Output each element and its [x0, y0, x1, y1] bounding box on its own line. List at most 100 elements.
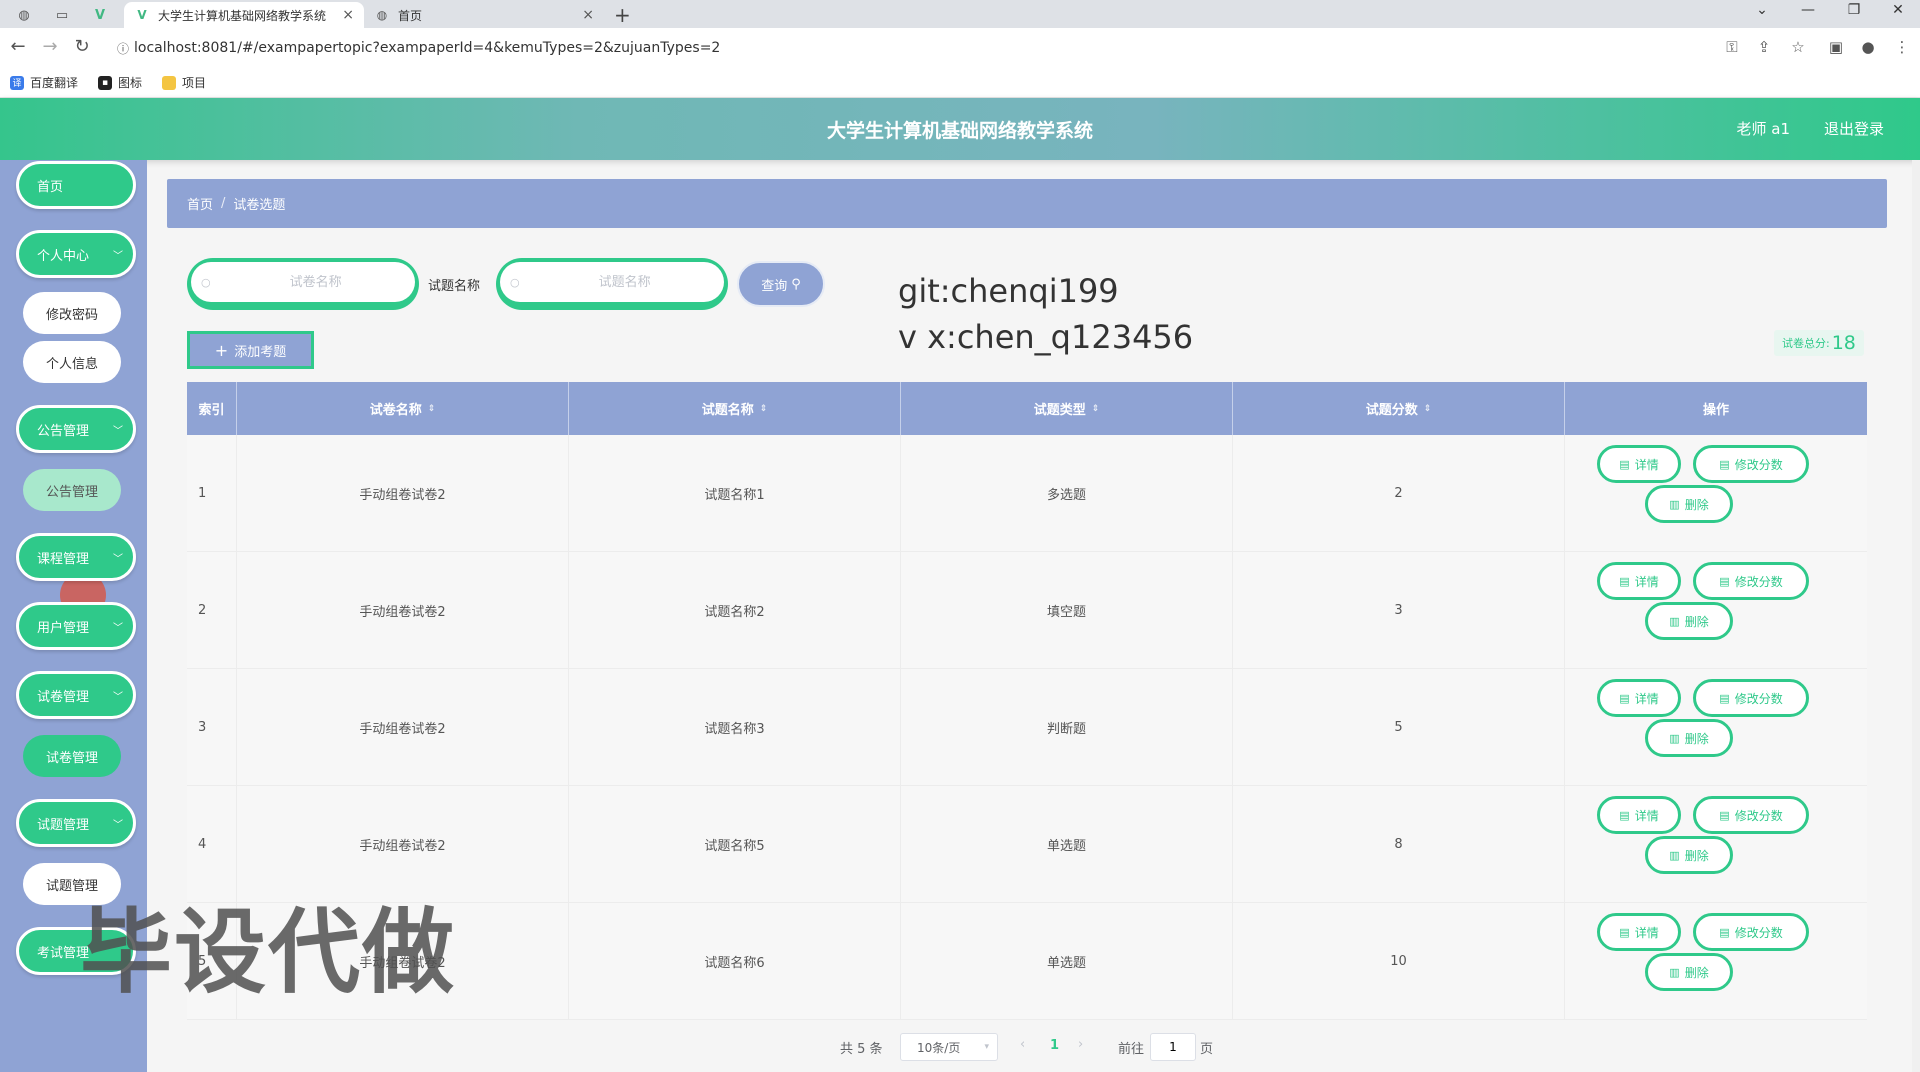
delete-button[interactable]: ▥ 删除 [1645, 953, 1733, 991]
delete-button[interactable]: ▥ 删除 [1645, 602, 1733, 640]
column-paper-name[interactable]: 试卷名称 ⇕ [237, 382, 569, 435]
detail-button[interactable]: ▤ 详情 [1597, 445, 1681, 483]
vue-tab-icon[interactable]: V [86, 4, 114, 26]
address-bar: ← → ↻ ⓘ localhost:8081/#/exampapertopic?… [0, 28, 1920, 68]
sidebar-item-course[interactable]: 课程管理 ﹀ [16, 533, 136, 581]
bookmark-icons[interactable]: ▪ 图标 [98, 74, 142, 91]
watermark-overlay: 毕设代做 [80, 899, 457, 1006]
cell-paper-name: 手动组卷试卷2 [237, 435, 569, 552]
detail-button[interactable]: ▤ 详情 [1597, 679, 1681, 717]
add-question-button[interactable]: + 添加考题 [187, 331, 314, 369]
chevron-down-icon: ▾ [984, 1042, 989, 1052]
restore-icon[interactable]: ❐ [1834, 2, 1874, 18]
sidebar-item-exam-paper[interactable]: 试卷管理 ﹀ [16, 671, 136, 719]
prev-page-icon[interactable]: ‹ [1020, 1037, 1025, 1052]
sidebar-subitem-change-password[interactable]: 修改密码 [23, 292, 121, 334]
tab-search-icon[interactable]: ⌄ [1742, 2, 1782, 18]
paper-name-input[interactable] [230, 274, 401, 290]
detail-button[interactable]: ▤ 详情 [1597, 913, 1681, 951]
doc-icon: ▤ [1619, 925, 1630, 939]
row-actions: ▤ 详情 ▤ 修改分数 ▥ 删除 [1567, 903, 1867, 1020]
bookmark-project[interactable]: 项目 [162, 74, 206, 91]
cell-question-name: 试题名称1 [569, 435, 901, 552]
edit-icon: ▤ [1719, 808, 1730, 822]
chevron-down-icon: ﹀ [113, 819, 123, 831]
breadcrumb-home[interactable]: 首页 [187, 194, 213, 213]
sidepanel-icon[interactable]: ▣ [1824, 38, 1848, 56]
sort-icon: ⇕ [427, 403, 436, 414]
edit-score-button[interactable]: ▤ 修改分数 [1693, 562, 1809, 600]
menu-icon[interactable]: ⋮ [1890, 38, 1914, 56]
cell-question-name: 试题名称3 [569, 669, 901, 786]
bookmark-baidu-translate[interactable]: 译 百度翻译 [10, 74, 78, 91]
forward-icon[interactable]: → [38, 36, 62, 57]
info-icon[interactable]: ⓘ [112, 40, 134, 57]
sidebar-item-question[interactable]: 试题管理 ﹀ [16, 799, 136, 847]
cell-question-name: 试题名称6 [569, 903, 901, 1020]
key-icon[interactable]: ⚿ [1720, 38, 1744, 56]
next-page-icon[interactable]: › [1078, 1037, 1083, 1052]
close-icon[interactable]: × [582, 7, 594, 23]
tab-home[interactable]: ◍ 首页 × [364, 2, 604, 28]
search-icon: ○ [510, 275, 520, 289]
sidebar-subitem-exam-paper[interactable]: 试卷管理 [23, 735, 121, 777]
question-name-label: 试题名称 [428, 279, 481, 294]
url-text: localhost:8081/#/exampapertopic?exampape… [134, 40, 721, 56]
column-question-name[interactable]: 试题名称 ⇕ [569, 382, 901, 435]
column-question-score[interactable]: 试题分数 ⇕ [1233, 382, 1565, 435]
chevron-down-icon: ﹀ [113, 622, 123, 634]
goto-page-input[interactable] [1150, 1033, 1196, 1061]
logout-button[interactable]: 退出登录 [1824, 118, 1884, 139]
cell-question-type: 单选题 [901, 786, 1233, 903]
sidebar-item-user[interactable]: 用户管理 ﹀ [16, 602, 136, 650]
cell-question-score: 10 [1233, 903, 1565, 1020]
question-name-input[interactable] [539, 274, 710, 290]
window-close-icon[interactable]: ✕ [1878, 2, 1918, 18]
sidebar-item-personal[interactable]: 个人中心 ﹀ [16, 230, 136, 278]
new-tab-button[interactable]: + [614, 3, 631, 27]
delete-button[interactable]: ▥ 删除 [1645, 719, 1733, 757]
edit-score-button[interactable]: ▤ 修改分数 [1693, 679, 1809, 717]
page-number[interactable]: 1 [1050, 1038, 1059, 1053]
star-icon[interactable]: ☆ [1786, 38, 1810, 56]
blank-tab-icon[interactable]: ▭ [48, 4, 76, 26]
edit-score-button[interactable]: ▤ 修改分数 [1693, 913, 1809, 951]
tab-active[interactable]: V 大学生计算机基础网络教学系统 × [124, 2, 364, 28]
search-icon: ○ [201, 275, 211, 289]
page-size-select[interactable]: 10条/页 ▾ [900, 1033, 998, 1061]
table-row: 1 手动组卷试卷2 试题名称1 多选题 2 ▤ 详情 ▤ 修改分数 ▥ 删除 [187, 435, 1867, 552]
cell-question-type: 单选题 [901, 903, 1233, 1020]
url-field[interactable]: ⓘ localhost:8081/#/exampapertopic?exampa… [108, 34, 1808, 62]
page-scrollbar[interactable] [1912, 160, 1920, 1072]
pagination-total: 共 5 条 [840, 1042, 883, 1057]
delete-button[interactable]: ▥ 删除 [1645, 485, 1733, 523]
share-icon[interactable]: ⇪ [1752, 38, 1776, 56]
globe-icon[interactable]: ◍ [10, 4, 38, 26]
breadcrumb-separator: / [221, 196, 226, 211]
query-button[interactable]: 查询 ⚲ [737, 261, 825, 307]
detail-button[interactable]: ▤ 详情 [1597, 796, 1681, 834]
profile-icon[interactable]: ● [1856, 38, 1880, 56]
table-header: 索引 试卷名称 ⇕ 试题名称 ⇕ 试题类型 ⇕ 试题分数 ⇕ 操作 [187, 382, 1867, 435]
cell-question-type: 判断题 [901, 669, 1233, 786]
sidebar-item-home[interactable]: 首页 [16, 161, 136, 209]
sidebar-item-notice[interactable]: 公告管理 ﹀ [16, 405, 136, 453]
sidebar-subitem-personal-info[interactable]: 个人信息 [23, 341, 121, 383]
column-question-type[interactable]: 试题类型 ⇕ [901, 382, 1233, 435]
detail-button[interactable]: ▤ 详情 [1597, 562, 1681, 600]
sidebar-subitem-notice[interactable]: 公告管理 [23, 469, 121, 511]
doc-icon: ▤ [1619, 457, 1630, 471]
edit-score-button[interactable]: ▤ 修改分数 [1693, 445, 1809, 483]
row-actions: ▤ 详情 ▤ 修改分数 ▥ 删除 [1567, 435, 1867, 552]
cell-question-name: 试题名称5 [569, 786, 901, 903]
reload-icon[interactable]: ↻ [70, 36, 94, 57]
image-icon: ▪ [98, 75, 113, 90]
minimize-icon[interactable]: — [1788, 2, 1828, 18]
plus-icon: + [214, 340, 229, 360]
cell-question-score: 2 [1233, 435, 1565, 552]
goto-label: 前往 [1118, 1042, 1145, 1057]
back-icon[interactable]: ← [6, 36, 30, 57]
delete-button[interactable]: ▥ 删除 [1645, 836, 1733, 874]
close-icon[interactable]: × [342, 7, 354, 23]
edit-score-button[interactable]: ▤ 修改分数 [1693, 796, 1809, 834]
